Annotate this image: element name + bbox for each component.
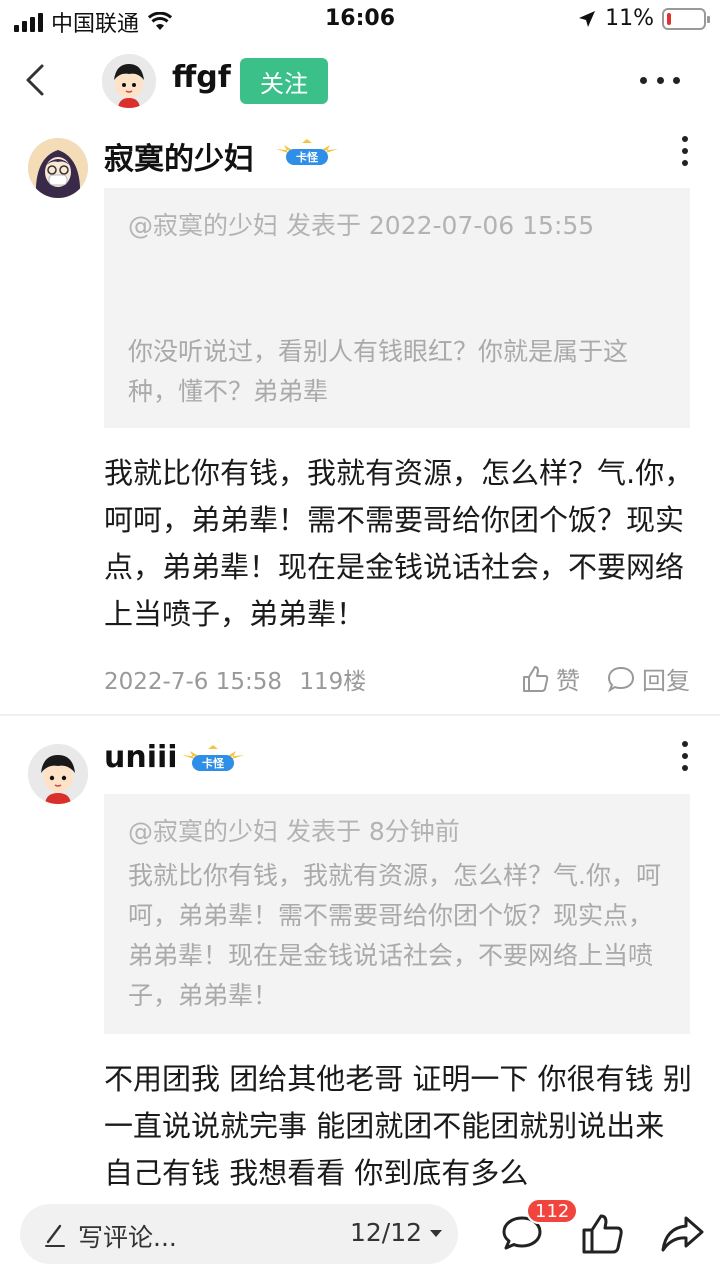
user-avatar[interactable] (28, 744, 88, 804)
page-indicator[interactable]: 12/12 (350, 1218, 422, 1247)
thumbs-up-icon (523, 665, 549, 692)
badge-text: 卡怪 (202, 756, 225, 770)
like-label: 赞 (556, 667, 580, 695)
comment-content: 不用团我 团给其他老哥 证明一下 你很有钱 别一直说说就完事 能团就团不能团就别… (104, 1062, 692, 1190)
cartoon-boy-avatar-icon (102, 54, 156, 108)
comment-input[interactable]: 写评论... 12/12 (20, 1204, 458, 1264)
quote-text: 我就比你有钱，我就有资源，怎么样？气.你，呵呵，弟弟辈！需不需要哥给你团个饭？现… (128, 861, 661, 1010)
chevron-down-icon[interactable] (430, 1230, 442, 1237)
username[interactable]: 寂寞的少妇 (104, 134, 254, 178)
level-badge-icon: 卡怪 (182, 745, 244, 771)
post-actions: 赞 回复 (520, 661, 690, 696)
battery-level-fill (667, 12, 671, 25)
comment-content: 我就比你有钱，我就有资源，怎么样？气.你，呵呵，弟弟辈！需不需要哥给你团个饭？现… (104, 456, 694, 631)
post-menu-icon[interactable] (680, 741, 690, 771)
author-name[interactable]: ffgf (172, 60, 231, 95)
reply-button[interactable]: 回复 (606, 661, 690, 696)
speech-bubble-icon (607, 666, 635, 692)
level-badge-icon: 卡怪 (276, 139, 338, 165)
quote-text: 你没听说过，看别人有钱眼红？你就是属于这种，懂不？弟弟辈 (128, 337, 629, 406)
username[interactable]: uniii (104, 740, 178, 775)
post-menu-icon[interactable] (680, 136, 690, 166)
comment-placeholder: 写评论... (78, 1223, 177, 1252)
bottom-bar: 写评论... 12/12 112 (0, 1196, 720, 1280)
comment-count-badge: 112 (526, 1198, 579, 1224)
thumbs-up-icon[interactable] (578, 1210, 626, 1258)
post-timestamp: 2022-7-6 15:58 (104, 669, 282, 695)
status-bar: 中国联通 16:06 11% (0, 0, 720, 40)
quoted-comment[interactable]: @寂寞的少妇 发表于 8分钟前 我就比你有钱，我就有资源，怎么样？气.你，呵呵，… (104, 794, 690, 1034)
battery-icon (662, 7, 710, 30)
badge-text: 卡怪 (296, 150, 319, 164)
pen-icon (45, 1224, 65, 1247)
like-button[interactable]: 赞 (520, 661, 580, 696)
masked-girl-avatar-icon (28, 138, 88, 198)
location-arrow-icon (579, 10, 596, 27)
status-right: 11% (577, 6, 710, 31)
back-arrow-icon[interactable] (18, 60, 58, 100)
cartoon-boy-avatar-icon (28, 744, 88, 804)
post-divider (0, 714, 720, 716)
author-avatar[interactable] (102, 54, 156, 108)
more-options-icon[interactable] (640, 68, 680, 92)
quoted-comment[interactable]: @寂寞的少妇 发表于 2022-07-06 15:55 你没听说过，看别人有钱眼… (104, 188, 690, 428)
quote-meta: @寂寞的少妇 发表于 2022-07-06 15:55 (128, 211, 595, 240)
quote-meta: @寂寞的少妇 发表于 8分钟前 (128, 817, 460, 846)
battery-percent: 11% (605, 6, 654, 31)
floor-number: 119楼 (299, 669, 367, 695)
post-header: ffgf 关注 (0, 48, 720, 118)
share-icon[interactable] (658, 1210, 706, 1258)
follow-button[interactable]: 关注 (240, 58, 328, 104)
reply-label: 回复 (642, 667, 690, 695)
user-avatar[interactable] (28, 138, 88, 198)
